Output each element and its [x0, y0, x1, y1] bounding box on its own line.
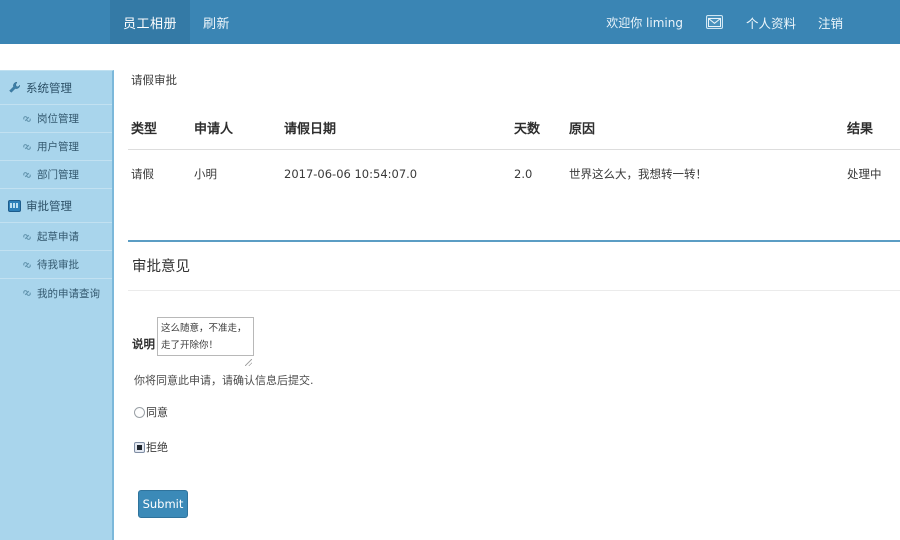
welcome-text: 欢迎你 liming [606, 15, 683, 30]
navbar-spacer [243, 0, 595, 44]
main-content: 请假审批 类型 申请人 请假日期 天数 原因 结果 请假 小明 2017-06-… [116, 44, 900, 540]
comment-field-row: 说明 这么随意，不准走，走了开除你！ [132, 317, 900, 366]
link-icon [22, 114, 32, 124]
cell-date: 2017-06-06 10:54:07.0 [284, 167, 418, 181]
navbar-left-links: 员工相册 刷新 [110, 0, 243, 44]
sidebar-item-label: 待我审批 [37, 259, 79, 271]
column-header-reason: 原因 [566, 114, 844, 150]
nav-link-logout[interactable]: 注销 [807, 13, 854, 32]
sidebar-item-department-management[interactable]: 部门管理 [0, 161, 112, 189]
cell-result: 处理中 [847, 167, 882, 181]
link-icon [22, 260, 32, 270]
navbar-brand-area [0, 0, 110, 44]
approval-panel-header: 审批意见 [128, 242, 900, 291]
sidebar-item-post-management[interactable]: 岗位管理 [0, 105, 112, 133]
column-header-days: 天数 [511, 114, 566, 150]
column-header-person: 申请人 [191, 114, 281, 150]
radio-button-unchecked-icon[interactable] [134, 406, 145, 418]
sidebar-item-user-management[interactable]: 用户管理 [0, 133, 112, 161]
comment-label: 说明 [132, 337, 155, 351]
column-header-date: 请假日期 [281, 114, 511, 150]
top-navbar: 员工相册 刷新 欢迎你 liming 个人资料 注销 [0, 0, 900, 44]
sidebar-group-label: 系统管理 [26, 80, 72, 95]
radio-option-approve[interactable]: 同意 [134, 404, 900, 420]
link-icon [22, 170, 32, 180]
nav-item-employee-album[interactable]: 员工相册 [110, 0, 191, 44]
sidebar-item-label: 用户管理 [37, 141, 79, 153]
table-header-row: 类型 申请人 请假日期 天数 原因 结果 [128, 114, 900, 150]
sidebar-item-label: 部门管理 [37, 169, 79, 181]
nav-link-profile[interactable]: 个人资料 [735, 13, 807, 32]
radio-label: 拒绝 [146, 441, 168, 454]
sidebar-item-my-application-query[interactable]: 我的申请查询 [0, 279, 112, 307]
sidebar-item-draft-application[interactable]: 起草申请 [0, 223, 112, 251]
radio-option-reject[interactable]: 拒绝 [134, 439, 900, 455]
radio-button-checked-icon[interactable] [134, 441, 145, 453]
nav-item-label: 刷新 [203, 16, 231, 32]
wrench-icon [8, 81, 21, 94]
link-icon [22, 142, 32, 152]
approval-form: 说明 这么随意，不准走，走了开除你！ 你将同意此申请，请确认信息后提交. 同意 … [128, 291, 900, 518]
approval-badge-icon [8, 199, 21, 212]
cell-person: 小明 [194, 167, 217, 181]
column-header-type: 类型 [128, 114, 191, 150]
cell-days: 2.0 [514, 167, 533, 181]
sidebar-group-label: 审批管理 [26, 198, 72, 213]
navbar-right-links: 欢迎你 liming 个人资料 注销 [595, 0, 900, 44]
sidebar: 系统管理 岗位管理 用户管理 部门管理 审批管理 起草申请 待我审批 我的申请查… [0, 70, 114, 540]
page-title: 请假审批 [131, 73, 177, 87]
cell-reason: 世界这么大，我想转一转！ [569, 167, 707, 181]
nav-item-label: 员工相册 [123, 16, 178, 32]
radio-label: 同意 [146, 406, 168, 419]
comment-textarea[interactable]: 这么随意，不准走，走了开除你！ [157, 317, 254, 356]
sidebar-item-pending-my-approval[interactable]: 待我审批 [0, 251, 112, 279]
sidebar-group-system-management[interactable]: 系统管理 [0, 71, 112, 105]
sidebar-item-label: 起草申请 [37, 231, 79, 243]
link-icon [22, 288, 32, 298]
leave-request-table: 类型 申请人 请假日期 天数 原因 结果 请假 小明 2017-06-06 10… [128, 114, 900, 198]
approval-note: 你将同意此申请，请确认信息后提交. [134, 374, 314, 387]
submit-button[interactable]: Submit [138, 490, 188, 518]
cell-type: 请假 [131, 167, 154, 181]
nav-item-refresh[interactable]: 刷新 [190, 0, 243, 44]
sidebar-group-approval-management[interactable]: 审批管理 [0, 189, 112, 223]
textarea-resize-handle[interactable] [245, 359, 252, 366]
sidebar-item-label: 我的申请查询 [37, 287, 100, 300]
link-icon [22, 232, 32, 242]
envelope-icon[interactable] [705, 15, 723, 29]
approval-heading: 审批意见 [132, 259, 190, 275]
table-row: 请假 小明 2017-06-06 10:54:07.0 2.0 世界这么大，我想… [128, 150, 900, 199]
sidebar-item-label: 岗位管理 [37, 113, 79, 125]
column-header-result: 结果 [844, 114, 900, 150]
